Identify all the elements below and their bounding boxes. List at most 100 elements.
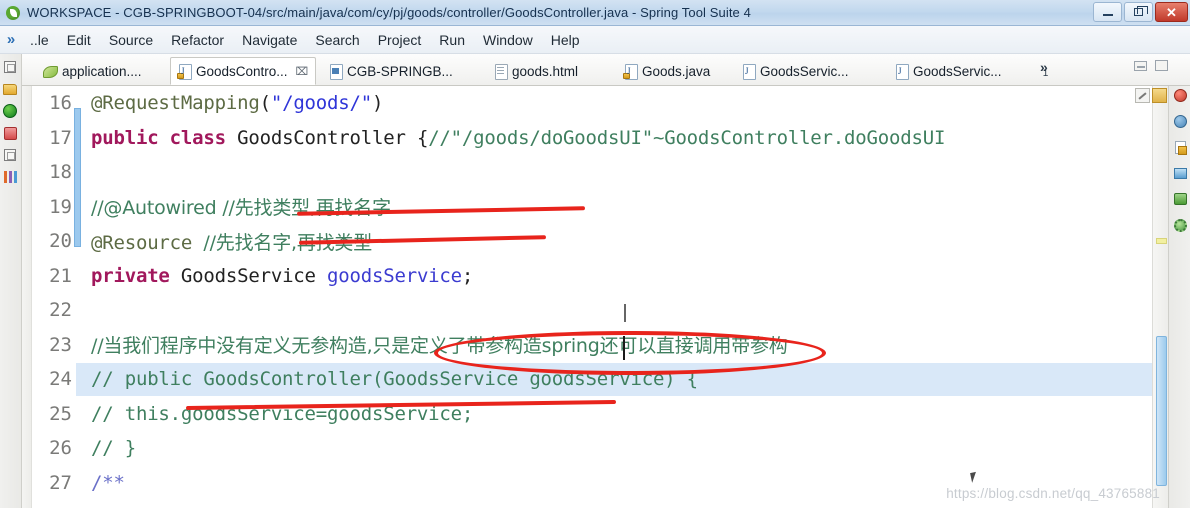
java-file-icon	[895, 63, 909, 80]
line-number: 21	[49, 264, 72, 287]
window-title-bar: WORKSPACE - CGB-SPRINGBOOT-04/src/main/j…	[0, 0, 1190, 26]
java-code-editor[interactable]: 16 @RequestMapping("/goods/") 17 public …	[22, 86, 1162, 508]
java-file-icon	[623, 63, 638, 80]
code-line: 18	[32, 155, 1162, 190]
editor-tab-bar: application.... GoodsContro... ⌧ CGB-SPR…	[22, 54, 1190, 86]
menu-item-run[interactable]: Run	[430, 30, 474, 50]
tab-label: Goods.java	[642, 63, 711, 79]
spring-tool-suite-window: WORKSPACE - CGB-SPRINGBOOT-04/src/main/j…	[0, 0, 1190, 508]
tab-goods-controller[interactable]: GoodsContro... ⌧	[170, 57, 317, 85]
line-number: 18	[49, 161, 72, 184]
restore-button[interactable]	[1124, 2, 1153, 22]
tab-goods-service[interactable]: GoodsServic...	[888, 57, 1009, 85]
menu-item-edit[interactable]: Edit	[58, 30, 100, 50]
code-line: 25 // this.goodsService=goodsService;	[32, 397, 1162, 432]
close-button[interactable]: ✕	[1155, 2, 1188, 22]
minimize-button[interactable]	[1093, 2, 1122, 22]
code-line: 22	[32, 293, 1162, 328]
code-text: // this.goodsService=goodsService;	[91, 402, 474, 425]
close-icon[interactable]: ⌧	[296, 65, 309, 78]
line-number: 22	[49, 299, 72, 322]
menu-item-file[interactable]: ..le	[21, 30, 58, 50]
line-number: 17	[49, 126, 72, 149]
line-number: 23	[49, 333, 72, 356]
java-file-icon	[177, 63, 192, 80]
menu-item-refactor[interactable]: Refactor	[162, 30, 233, 50]
leaf-file-icon	[43, 65, 58, 78]
maximize-editor-icon[interactable]	[1155, 60, 1168, 71]
tab-overflow-count: 1	[1042, 68, 1049, 79]
code-line: 17 public class GoodsController {//"/goo…	[32, 121, 1162, 156]
minimize-editor-icon[interactable]	[1134, 60, 1147, 71]
line-number: 24	[49, 368, 72, 391]
annotation-ruler	[22, 86, 32, 508]
overview-ruler-buttons	[1135, 88, 1167, 103]
code-line: 20 @Resource //先找名字,再找类型	[32, 224, 1162, 259]
progress-gear-icon[interactable]	[1169, 212, 1190, 238]
code-line: 19 //@Autowired //先找类型,再找名字	[32, 190, 1162, 225]
line-number: 27	[49, 471, 72, 494]
tab-label: goods.html	[512, 63, 579, 79]
java-file-icon	[742, 63, 756, 80]
menu-bar: » ..le Edit Source Refactor Navigate Sea…	[0, 26, 1190, 54]
scrollbar-occurrence-marker	[1156, 238, 1167, 244]
code-line: 28 * 此方法为GoodsController中处理页面请求的一个方法,	[32, 500, 1162, 508]
menu-item-window[interactable]: Window	[474, 30, 542, 50]
window-title: WORKSPACE - CGB-SPRINGBOOT-04/src/main/j…	[27, 5, 751, 20]
line-number: 26	[49, 437, 72, 460]
quick-diff-icon[interactable]	[1135, 88, 1150, 103]
menu-item-source[interactable]: Source	[100, 30, 162, 50]
tab-cgb-springboot-pom[interactable]: CGB-SPRINGB...	[322, 57, 460, 85]
left-view-rail	[0, 54, 22, 508]
line-number: 19	[49, 195, 72, 218]
servers-icon[interactable]	[0, 166, 20, 188]
project-folder-icon[interactable]	[0, 78, 20, 100]
javadoc-icon[interactable]	[1169, 134, 1190, 160]
tab-label: GoodsServic...	[760, 63, 849, 79]
spring-leaf-icon	[4, 4, 22, 22]
watermark-text: https://blog.csdn.net/qq_43765881	[946, 486, 1160, 501]
mouse-cursor	[970, 471, 982, 483]
editor-view-controls	[1134, 60, 1168, 71]
line-number: 20	[49, 230, 72, 253]
toggle-highlight-icon[interactable]	[1152, 88, 1167, 103]
code-text: // public GoodsController(GoodsService g…	[91, 368, 698, 391]
install-icon[interactable]	[1169, 186, 1190, 212]
tab-overflow-button[interactable]: »1	[1040, 59, 1053, 79]
code-text: // }	[91, 437, 136, 460]
tab-label: CGB-SPRINGB...	[347, 63, 453, 79]
tab-goods-java[interactable]: Goods.java	[617, 57, 717, 85]
html-file-icon	[494, 63, 508, 80]
code-text: @RequestMapping("/goods/")	[91, 92, 384, 115]
spring-boot-dashboard-icon[interactable]	[0, 100, 20, 122]
code-line: 23 //当我们程序中没有定义无参构造,只是定义了带参构造spring还可以直接…	[32, 328, 1162, 363]
scrollbar-thumb[interactable]	[1156, 336, 1167, 486]
menu-overflow-icon[interactable]: »	[1, 32, 21, 47]
code-line-active: 24 // public GoodsController(GoodsServic…	[32, 362, 1162, 397]
code-line-list: 16 @RequestMapping("/goods/") 17 public …	[32, 86, 1162, 508]
code-line: 26 // }	[32, 431, 1162, 466]
code-text: //当我们程序中没有定义无参构造,只是定义了带参构造spring还可以直接调用带…	[91, 335, 788, 358]
tab-goods-html[interactable]: goods.html	[487, 57, 585, 85]
code-text: //@Autowired //先找类型,再找名字	[91, 197, 391, 220]
tab-goods-service-impl[interactable]: GoodsServic...	[735, 57, 856, 85]
tab-label: application....	[62, 63, 142, 79]
window-controls: ✕	[1093, 2, 1188, 22]
code-text: @Resource //先找名字,再找类型	[91, 231, 373, 254]
menu-item-project[interactable]: Project	[369, 30, 431, 50]
database-icon[interactable]	[0, 122, 20, 144]
menu-item-navigate[interactable]: Navigate	[233, 30, 306, 50]
code-text: * 此方法为GoodsController中处理页面请求的一个方法,	[74, 504, 571, 508]
console-icon[interactable]	[1169, 160, 1190, 186]
menu-item-search[interactable]: Search	[306, 30, 368, 50]
browser-icon[interactable]	[1169, 108, 1190, 134]
tab-application-properties[interactable]: application....	[36, 57, 149, 85]
line-number: 25	[49, 402, 72, 425]
editor-vertical-scrollbar[interactable]	[1152, 86, 1168, 508]
code-line: 21 private GoodsService goodsService;	[32, 259, 1162, 294]
outline-icon[interactable]	[0, 144, 20, 166]
package-explorer-icon[interactable]	[0, 56, 20, 78]
menu-item-help[interactable]: Help	[542, 30, 589, 50]
right-view-rail	[1168, 54, 1190, 508]
code-text: private GoodsService goodsService;	[91, 264, 474, 287]
